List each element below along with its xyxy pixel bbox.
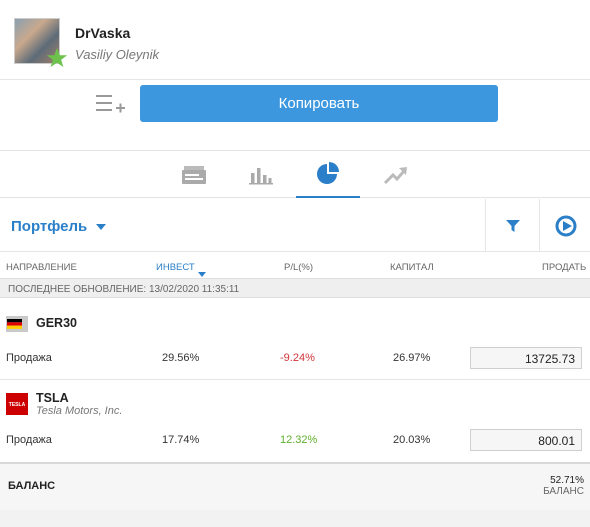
pl-value: -9.24% — [280, 352, 315, 364]
chevron-down-icon — [96, 223, 107, 230]
copy-button[interactable]: Копировать — [140, 85, 498, 122]
company-name: Tesla Motors, Inc. — [36, 405, 123, 417]
filter-icon — [506, 219, 520, 232]
column-headers: НАПРАВЛЕНИЕ ИНВЕСТ P/L(%) КАПИТАЛ ПРОДАТ… — [0, 252, 590, 278]
add-to-watchlist-icon[interactable] — [96, 93, 126, 115]
footer-spacer — [0, 510, 590, 527]
copy-row: Копировать — [0, 80, 590, 150]
balance-sublabel: БАЛАНС — [543, 486, 584, 497]
instrument-symbol[interactable]: TSLA — [36, 391, 69, 405]
tab-news-feed[interactable] — [162, 151, 226, 198]
sort-down-icon — [197, 272, 206, 277]
capital-value: 20.03% — [393, 434, 431, 446]
tab-bar — [0, 151, 590, 198]
balance-value: 52.71% — [550, 475, 584, 486]
tab-chart[interactable] — [364, 151, 428, 198]
sell-price-button[interactable]: 800.01 — [470, 429, 582, 451]
news-feed-icon — [182, 165, 206, 184]
balance-label: БАЛАНС — [8, 480, 56, 492]
username[interactable]: DrVaska — [75, 25, 130, 41]
instrument-symbol[interactable]: GER30 — [36, 316, 77, 330]
filter-button[interactable] — [487, 199, 539, 252]
divider — [485, 199, 486, 252]
invest-value: 17.74% — [162, 434, 200, 446]
balance-row: БАЛАНС 52.71% БАЛАНС — [0, 462, 590, 510]
col-invest-label: ИНВЕСТ — [156, 262, 195, 273]
bar-chart-icon — [249, 167, 273, 184]
col-pl[interactable]: P/L(%) — [284, 262, 313, 273]
star-badge-icon — [46, 47, 68, 68]
tesla-logo-icon: TESLA — [6, 393, 28, 415]
portfolio-dropdown[interactable]: Портфель — [11, 218, 107, 235]
trader-profile-header: DrVaska Vasiliy Oleynik — [0, 0, 590, 80]
col-direction[interactable]: НАПРАВЛЕНИЕ — [6, 262, 77, 273]
direction-value: Продажа — [6, 352, 52, 364]
play-button[interactable] — [540, 199, 590, 252]
trend-arrow-icon — [383, 166, 407, 184]
tesla-logo-text: TESLA — [9, 402, 26, 408]
full-name: Vasiliy Oleynik — [75, 47, 160, 62]
avatar[interactable] — [14, 18, 68, 68]
sell-price-button[interactable]: 13725.73 — [470, 347, 582, 369]
pl-value: 12.32% — [280, 434, 318, 446]
list-item[interactable]: TESLA TSLA Tesla Motors, Inc. Продажа 17… — [0, 380, 590, 462]
list-item[interactable]: GER30 Продажа 29.56% -9.24% 26.97% 13725… — [0, 298, 590, 380]
direction-value: Продажа — [6, 434, 52, 446]
germany-flag-icon — [6, 316, 28, 332]
invest-value: 29.56% — [162, 352, 200, 364]
tab-stats[interactable] — [229, 151, 293, 198]
pie-chart-icon — [317, 161, 339, 184]
capital-value: 26.97% — [393, 352, 431, 364]
col-invest[interactable]: ИНВЕСТ — [156, 262, 206, 277]
portfolio-header: Портфель — [0, 199, 590, 252]
last-update-bar: ПОСЛЕДНЕЕ ОБНОВЛЕНИЕ: 13/02/2020 11:35:1… — [0, 278, 590, 298]
col-sell[interactable]: ПРОДАТЬ — [542, 262, 586, 273]
col-capital[interactable]: КАПИТАЛ — [390, 262, 434, 273]
tab-portfolio[interactable] — [296, 151, 360, 198]
portfolio-title: Портфель — [11, 218, 88, 235]
play-circle-icon — [555, 215, 577, 236]
